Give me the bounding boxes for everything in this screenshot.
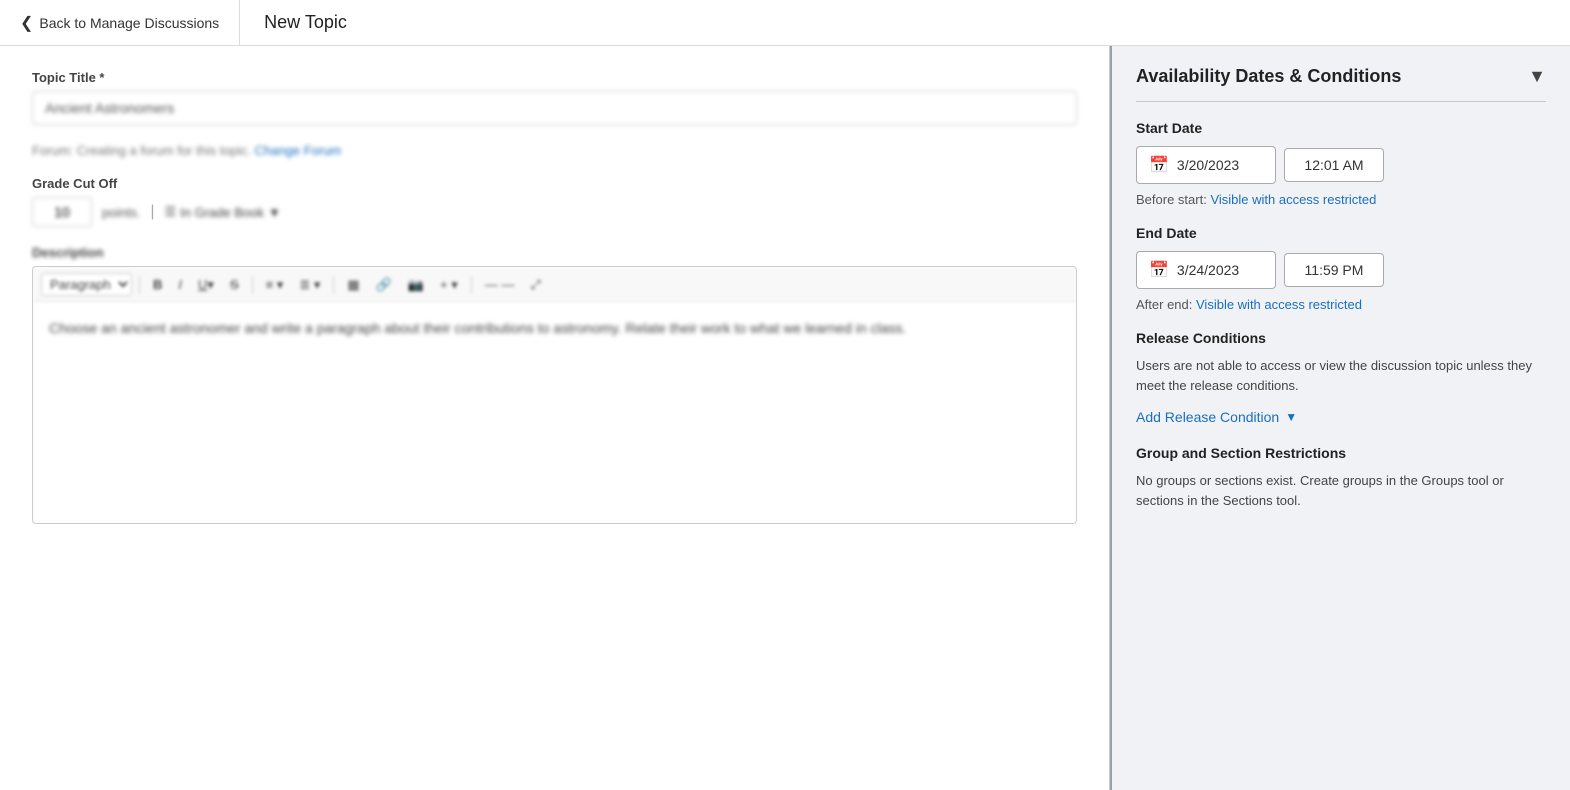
add-release-condition-button[interactable]: Add Release Condition ▼ — [1136, 409, 1297, 425]
chevron-left-icon: ❮ — [20, 13, 33, 33]
gradebook-chevron-icon: ▼ — [268, 205, 281, 220]
editor-content: Choose an ancient astronomer and write a… — [49, 320, 906, 336]
bold-button[interactable]: B — [147, 274, 168, 295]
end-date-value: 3/24/2023 — [1177, 262, 1239, 278]
page-title: New Topic — [240, 12, 371, 33]
description-label: Description — [32, 245, 1077, 260]
align-button[interactable]: ≡ ▾ — [260, 274, 290, 296]
before-start-note: Before start: Visible with access restri… — [1136, 192, 1546, 207]
add-release-chevron-icon: ▼ — [1285, 410, 1297, 424]
paragraph-select[interactable]: Paragraph — [41, 273, 132, 296]
editor-container: Paragraph B I U ▾ S ≡ ▾ ≣ ▾ ▦ 🔗 📷 + ▾ — [32, 266, 1077, 524]
forum-line-text: Forum: Creating a forum for this topic. — [32, 143, 251, 158]
card-divider — [1136, 101, 1546, 102]
release-conditions-desc: Users are not able to access or view the… — [1136, 356, 1546, 395]
before-start-label: Before start: — [1136, 192, 1207, 207]
add-release-label: Add Release Condition — [1136, 409, 1279, 425]
grade-row: points. | ☰ In Grade Book ▼ — [32, 197, 1077, 227]
main-layout: Topic Title * Forum: Creating a forum fo… — [0, 46, 1570, 790]
card-title: Availability Dates & Conditions — [1136, 66, 1401, 87]
end-date-row: 📅 3/24/2023 11:59 PM — [1136, 251, 1546, 289]
description-group: Description Paragraph B I U ▾ S ≡ ▾ ≣ ▾ … — [32, 245, 1077, 524]
group-restrictions-desc: No groups or sections exist. Create grou… — [1136, 471, 1546, 510]
toolbar-sep-3 — [333, 276, 334, 294]
before-start-link[interactable]: Visible with access restricted — [1210, 192, 1376, 207]
start-time-value: 12:01 AM — [1304, 157, 1363, 173]
header-bar: ❮ Back to Manage Discussions New Topic — [0, 0, 1570, 46]
card-header: Availability Dates & Conditions ▼ — [1136, 66, 1546, 87]
grade-points-label: points. — [102, 205, 140, 220]
end-time-value: 11:59 PM — [1305, 262, 1364, 278]
end-date-button[interactable]: 📅 3/24/2023 — [1136, 251, 1276, 289]
release-conditions-label: Release Conditions — [1136, 330, 1546, 346]
end-date-label: End Date — [1136, 225, 1546, 241]
after-end-label: After end: — [1136, 297, 1192, 312]
insert-button[interactable]: + ▾ — [434, 274, 464, 296]
grade-cutoff-group: Grade Cut Off points. | ☰ In Grade Book … — [32, 176, 1077, 227]
fullscreen-button[interactable]: ⤢ — [524, 274, 546, 296]
editor-body[interactable]: Choose an ancient astronomer and write a… — [33, 303, 1076, 523]
availability-card: Availability Dates & Conditions ▼ Start … — [1112, 46, 1570, 530]
italic-button[interactable]: I — [172, 274, 188, 295]
back-link-label: Back to Manage Discussions — [39, 15, 219, 31]
divider: | — [150, 203, 154, 221]
toolbar-sep-4 — [471, 276, 472, 294]
start-date-label: Start Date — [1136, 120, 1546, 136]
underline-button[interactable]: U ▾ — [192, 274, 220, 296]
grade-input[interactable] — [32, 197, 92, 227]
gradebook-label: ☰ In Grade Book ▼ — [164, 204, 280, 220]
topic-title-input[interactable] — [32, 91, 1077, 125]
change-forum-link[interactable]: Change Forum — [255, 143, 342, 158]
start-time-button[interactable]: 12:01 AM — [1284, 148, 1384, 182]
left-panel: Topic Title * Forum: Creating a forum fo… — [0, 46, 1110, 790]
after-end-note: After end: Visible with access restricte… — [1136, 297, 1546, 312]
start-date-row: 📅 3/20/2023 12:01 AM — [1136, 146, 1546, 184]
right-panel: Availability Dates & Conditions ▼ Start … — [1110, 46, 1570, 790]
more-button[interactable]: — — — [479, 274, 521, 295]
editor-toolbar: Paragraph B I U ▾ S ≡ ▾ ≣ ▾ ▦ 🔗 📷 + ▾ — [33, 267, 1076, 303]
back-link[interactable]: ❮ Back to Manage Discussions — [0, 0, 240, 45]
topic-title-group: Topic Title * — [32, 70, 1077, 125]
strikethrough-button[interactable]: S — [224, 274, 245, 295]
gradebook-text: In Grade Book — [180, 205, 264, 220]
start-date-value: 3/20/2023 — [1177, 157, 1239, 173]
group-restrictions-label: Group and Section Restrictions — [1136, 445, 1546, 461]
toolbar-sep-1 — [139, 276, 140, 294]
release-conditions-section: Release Conditions Users are not able to… — [1136, 330, 1546, 425]
calendar-icon: 📅 — [1149, 155, 1169, 175]
grade-cutoff-label: Grade Cut Off — [32, 176, 1077, 191]
list-button[interactable]: ≣ ▾ — [293, 274, 326, 296]
end-time-button[interactable]: 11:59 PM — [1284, 253, 1384, 287]
table-button[interactable]: ▦ — [341, 274, 365, 296]
group-section: Group and Section Restrictions No groups… — [1136, 445, 1546, 510]
link-button[interactable]: 🔗 — [370, 274, 398, 296]
after-end-link[interactable]: Visible with access restricted — [1196, 297, 1362, 312]
topic-title-label: Topic Title * — [32, 70, 1077, 85]
end-calendar-icon: 📅 — [1149, 260, 1169, 280]
toolbar-sep-2 — [252, 276, 253, 294]
image-button[interactable]: 📷 — [402, 274, 430, 296]
gradebook-icon: ☰ — [164, 204, 176, 220]
start-date-button[interactable]: 📅 3/20/2023 — [1136, 146, 1276, 184]
chevron-down-icon[interactable]: ▼ — [1528, 66, 1546, 87]
forum-line: Forum: Creating a forum for this topic. … — [32, 143, 1077, 158]
